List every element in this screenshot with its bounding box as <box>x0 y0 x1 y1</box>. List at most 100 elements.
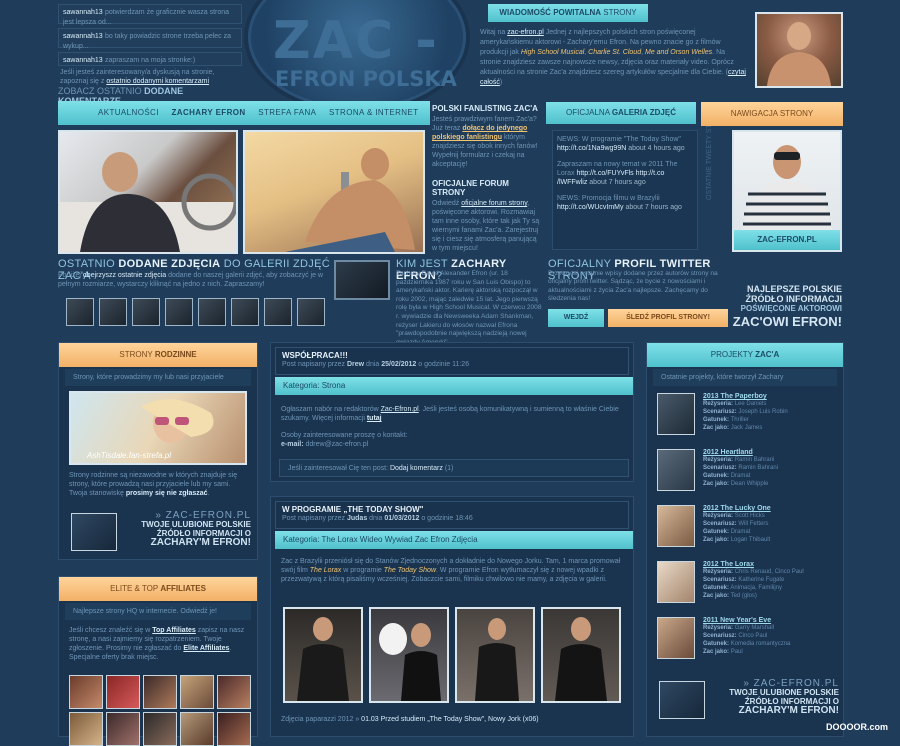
affiliate-button[interactable] <box>69 712 103 746</box>
post-today-show: W PROGRAMIE „THE TODAY SHOW" Post napisa… <box>270 496 634 737</box>
project-title[interactable]: 2012 Heartland <box>703 449 841 456</box>
mini-slogan-photo <box>71 513 117 551</box>
affiliate-button[interactable] <box>217 712 251 746</box>
post-category: Kategoria: Strona <box>275 377 633 395</box>
gallery-link[interactable]: 01.03 Przed studiem „The Today Show", No… <box>361 716 538 723</box>
gallery-thumb[interactable] <box>66 298 94 326</box>
striped-shirt-icon <box>742 145 832 232</box>
post-title[interactable]: W PROGRAMIE „THE TODAY SHOW" <box>282 505 622 514</box>
watermark: DOOOOR.com <box>826 722 889 732</box>
post-cooperation: WSPÓŁPRACA!!! Post napisany przez Drew d… <box>270 342 634 482</box>
person-photo-icon <box>379 623 441 701</box>
affiliates-panel: ELITE & TOP AFFILIATES Najlepsze strony … <box>58 576 258 746</box>
tweet-link[interactable]: http://t.co/WUcvImMy <box>557 204 624 211</box>
post-photo[interactable] <box>283 607 363 703</box>
project-title[interactable]: 2012 The Lorax <box>703 561 841 568</box>
hero-photo-beach[interactable] <box>243 130 425 254</box>
project-item[interactable]: 2012 The Lucky One Reżyseria: Scott Hick… <box>657 505 841 557</box>
welcome-site-link[interactable]: zac-efron.pl <box>507 29 544 36</box>
comments-panel: sawannah13 potwierdzam że graficznie was… <box>56 4 244 106</box>
project-poster <box>657 617 695 659</box>
person-photo-icon <box>555 617 607 701</box>
post-photo[interactable] <box>455 607 535 703</box>
post-body: Zac z Brazylii przeniósł się do Stanów Z… <box>281 558 621 583</box>
affiliate-button[interactable] <box>143 675 177 709</box>
affiliate-button[interactable] <box>180 675 214 709</box>
nav-item-site-internet[interactable]: STRONA & INTERNET <box>329 108 418 117</box>
affiliate-button[interactable] <box>106 675 140 709</box>
banner-portrait-icon <box>141 399 214 443</box>
project-title[interactable]: 2013 The Paperboy <box>703 393 841 400</box>
project-item[interactable]: 2013 The Paperboy Reżyseria: Lee Daniels… <box>657 393 841 445</box>
header-photo-zac <box>755 12 843 88</box>
post-photo[interactable] <box>541 607 621 703</box>
mini-slogan-photo <box>659 681 705 719</box>
add-comment-link[interactable]: Dodaj komentarz <box>390 465 443 472</box>
affiliates-subtitle: Najlepsze strony HQ w internecie. Odwied… <box>65 603 251 620</box>
tweet-item: NEWS: W programie "The Today Show" http:… <box>557 136 685 152</box>
beach-photo-icon <box>285 148 415 252</box>
family-banner[interactable]: AshTisdale.fan-strefa.pl <box>69 391 247 465</box>
gallery-thumb[interactable] <box>132 298 160 326</box>
gallery-thumb[interactable] <box>297 298 325 326</box>
recent-photos-link[interactable]: obejrzyszz ostatnie zdjęcia <box>83 272 166 279</box>
affiliate-button[interactable] <box>180 712 214 746</box>
logo-line2: EFRON POLSKA <box>275 67 457 91</box>
affiliate-button[interactable] <box>217 675 251 709</box>
nav-item-fan-zone[interactable]: STREFA FANA <box>258 108 316 117</box>
nav-item-zachary[interactable]: ZACHARY EFRON <box>171 108 245 117</box>
gallery-thumb[interactable] <box>264 298 292 326</box>
logo-line1: ZAC - <box>273 11 439 71</box>
comment-item[interactable]: sawannah13 bo taky powiadzic strone trze… <box>58 28 242 50</box>
post-body-link[interactable]: Zac-Efron.pl <box>381 406 419 413</box>
tweet-link[interactable]: http://t.co/1Na9wg99N <box>557 145 626 152</box>
post-body-link[interactable]: tutaj <box>367 415 382 422</box>
projects-panel: PROJEKTY ZAC'A Ostatnie projekty, które … <box>646 342 844 737</box>
gallery-thumb[interactable] <box>99 298 127 326</box>
gallery-thumb[interactable] <box>231 298 259 326</box>
project-item[interactable]: 2012 The Lorax Reżyseria: Chris Renaud, … <box>657 561 841 613</box>
project-title[interactable]: 2011 New Year's Eve <box>703 617 841 624</box>
sidenav-title[interactable]: NAWIGACJA STRONY <box>701 102 843 126</box>
twitter-enter-button[interactable]: WEJDŹ <box>548 309 604 327</box>
hero-photo-car[interactable] <box>58 130 238 254</box>
family-banner-caption: AshTisdale.fan-strefa.pl <box>87 451 171 460</box>
recent-photos-text: Poniżej obejrzyszz ostatnie zdjęcia doda… <box>58 272 323 288</box>
nav-item-news[interactable]: AKTUALNOŚCI <box>98 108 159 117</box>
project-item[interactable]: 2012 Heartland Reżyseria: Ramin Bahrani … <box>657 449 841 501</box>
welcome-text: Witaj na zac-efron.pl Jednej z najlepszy… <box>480 29 746 86</box>
gallery-thumb[interactable] <box>165 298 193 326</box>
recent-thumbs <box>60 298 330 328</box>
sidenav-photo[interactable]: ZAC-EFRON.PL <box>732 130 842 252</box>
post-title[interactable]: WSPÓŁPRACA!!! <box>282 351 622 360</box>
post-photo[interactable] <box>369 607 449 703</box>
forum-link[interactable]: oficjalne forum strony <box>461 200 527 207</box>
projects-mini-slogan: » ZAC-EFRON.PL TWOJE ULUBIONE POLSKIE ŹR… <box>653 677 841 723</box>
projects-title: PROJEKTY ZAC'A <box>647 343 843 367</box>
comment-item[interactable]: sawannah13 potwierdzam że graficznie was… <box>58 4 242 26</box>
fanlisting-block: POLSKI FANLISTING ZAC'A Jesteś prawdziwy… <box>432 104 540 252</box>
twitter-follow-button[interactable]: ŚLEDŹ PROFIL STRONY! <box>608 309 728 327</box>
tweet-link[interactable]: http://t.co/FUYvFls <box>576 170 633 177</box>
project-poster <box>657 393 695 435</box>
gallery-thumb[interactable] <box>198 298 226 326</box>
person-photo-icon <box>475 618 519 701</box>
affiliate-button[interactable] <box>143 712 177 746</box>
project-title[interactable]: 2012 The Lucky One <box>703 505 841 512</box>
category-link[interactable]: The Lorax Wideo Wywiad Zac Efron Zdjęcia <box>322 535 478 544</box>
affiliate-button[interactable] <box>69 675 103 709</box>
elite-affiliates-link[interactable]: Elite Affiliates <box>183 645 229 652</box>
project-item[interactable]: 2011 New Year's Eve Reżyseria: Garry Mar… <box>657 617 841 669</box>
logo[interactable]: ZAC - EFRON POLSKA <box>248 0 466 110</box>
category-link[interactable]: Strona <box>322 381 346 390</box>
post-header: W PROGRAMIE „THE TODAY SHOW" Post napisa… <box>275 501 629 529</box>
tweet-box: NEWS: W programie "The Today Show" http:… <box>552 130 698 250</box>
top-affiliates-link[interactable]: Top Affiliates <box>152 627 196 634</box>
project-poster <box>657 505 695 547</box>
gallery-title[interactable]: OFICJALNA GALERIA ZDJĘĆ <box>546 102 696 124</box>
who-text: Zachary David Alexander Efron (ur. 18 pa… <box>396 270 542 346</box>
comment-item[interactable]: sawannah13 zapraszam na moja stronke:) <box>58 52 242 66</box>
email-link[interactable]: ddrew@zac-efron.pl <box>306 441 369 448</box>
comments-link[interactable]: ostatnio dodanymi komentarzami <box>106 78 209 85</box>
affiliate-button[interactable] <box>106 712 140 746</box>
